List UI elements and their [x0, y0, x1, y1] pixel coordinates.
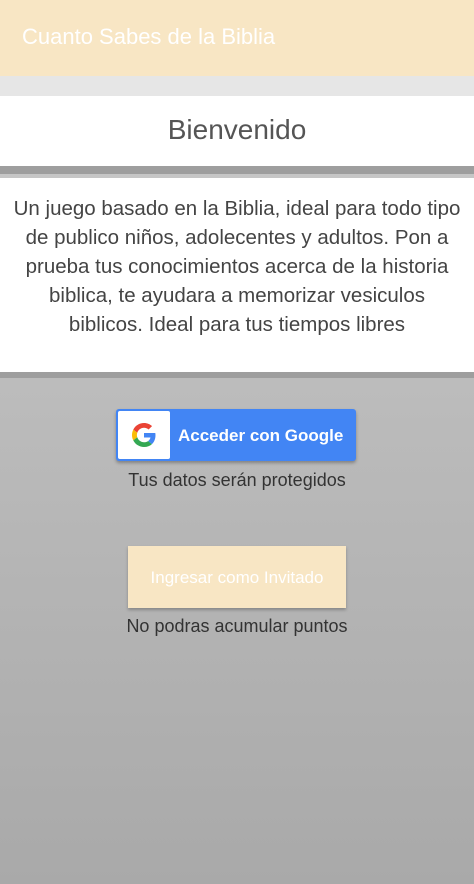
guest-login-button[interactable]: Ingresar como Invitado [128, 546, 346, 608]
welcome-card: Bienvenido [0, 96, 474, 174]
google-g-logo-icon [132, 423, 156, 447]
app-title: Cuanto Sabes de la Biblia [22, 24, 276, 49]
divider-strip [0, 76, 474, 96]
guest-login-label: Ingresar como Invitado [150, 568, 324, 587]
description-card: Un juego basado en la Biblia, ideal para… [0, 178, 474, 378]
guest-login-note: No podras acumular puntos [126, 616, 348, 636]
google-signin-label: Acceder con Google [178, 426, 344, 445]
google-signin-note: Tus datos serán protegidos [128, 470, 346, 490]
welcome-title: Bienvenido [167, 114, 307, 145]
app-bar: Cuanto Sabes de la Biblia [0, 0, 474, 76]
google-logo-container [118, 411, 170, 459]
description-text: Un juego basado en la Biblia, ideal para… [13, 197, 461, 336]
google-signin-button[interactable]: Acceder con Google [116, 409, 356, 461]
